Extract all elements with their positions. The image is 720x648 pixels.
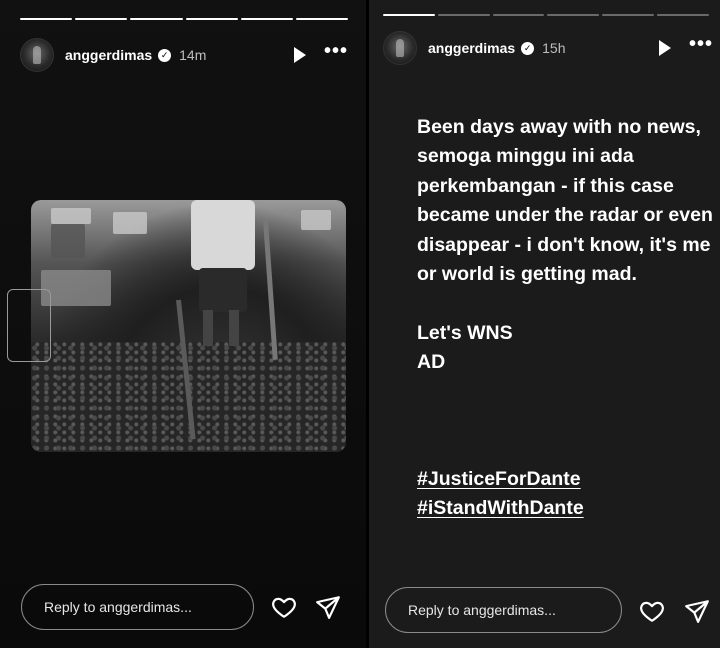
reply-input[interactable]: Reply to anggerdimas...	[385, 587, 622, 633]
story-text: Been days away with no news, semoga ming…	[417, 116, 713, 374]
send-icon[interactable]	[684, 598, 710, 624]
reply-placeholder: Reply to anggerdimas...	[408, 602, 556, 618]
hashtag-link[interactable]: #iStandWithDante	[417, 494, 584, 523]
reply-input[interactable]: Reply to anggerdimas...	[21, 584, 254, 630]
progress-segment	[547, 14, 600, 16]
heart-icon[interactable]	[639, 598, 665, 624]
more-icon[interactable]: •••	[689, 34, 713, 57]
heart-icon[interactable]	[271, 594, 297, 620]
story-header: anggerdimas ✓ 14m •••	[20, 38, 348, 72]
progress-segment	[20, 18, 73, 20]
story-progress-bar	[20, 18, 349, 20]
sticker-frame	[7, 289, 51, 362]
progress-segment	[492, 14, 545, 16]
story-left: anggerdimas ✓ 14m ••• Reply to anggerdim…	[0, 0, 366, 648]
progress-segment	[295, 18, 349, 20]
hashtags: #JusticeForDante #iStandWithDante	[417, 465, 584, 524]
send-icon[interactable]	[315, 594, 341, 620]
avatar[interactable]	[20, 38, 54, 72]
progress-segment	[602, 14, 655, 16]
more-icon[interactable]: •••	[324, 41, 348, 64]
story-progress-bar	[383, 14, 709, 16]
progress-segment	[185, 18, 238, 20]
post-time: 14m	[179, 47, 207, 63]
verified-badge-icon: ✓	[158, 48, 172, 62]
reply-placeholder: Reply to anggerdimas...	[44, 599, 192, 615]
avatar[interactable]	[383, 31, 417, 65]
play-icon[interactable]	[293, 47, 306, 63]
username[interactable]: anggerdimas	[428, 40, 515, 56]
progress-segment	[657, 14, 709, 16]
play-icon[interactable]	[658, 40, 671, 56]
progress-segment	[130, 18, 183, 20]
post-time: 15h	[542, 40, 566, 56]
hashtag-link[interactable]: #JusticeForDante	[417, 465, 584, 494]
progress-segment	[437, 14, 490, 16]
verified-badge-icon: ✓	[521, 41, 535, 55]
story-header: anggerdimas ✓ 15h •••	[383, 31, 713, 65]
progress-segment	[383, 14, 435, 16]
username[interactable]: anggerdimas	[65, 47, 152, 63]
progress-segment	[240, 18, 293, 20]
story-right: anggerdimas ✓ 15h ••• Been days away wit…	[369, 0, 720, 648]
progress-segment	[75, 18, 128, 20]
story-photo	[31, 200, 346, 452]
